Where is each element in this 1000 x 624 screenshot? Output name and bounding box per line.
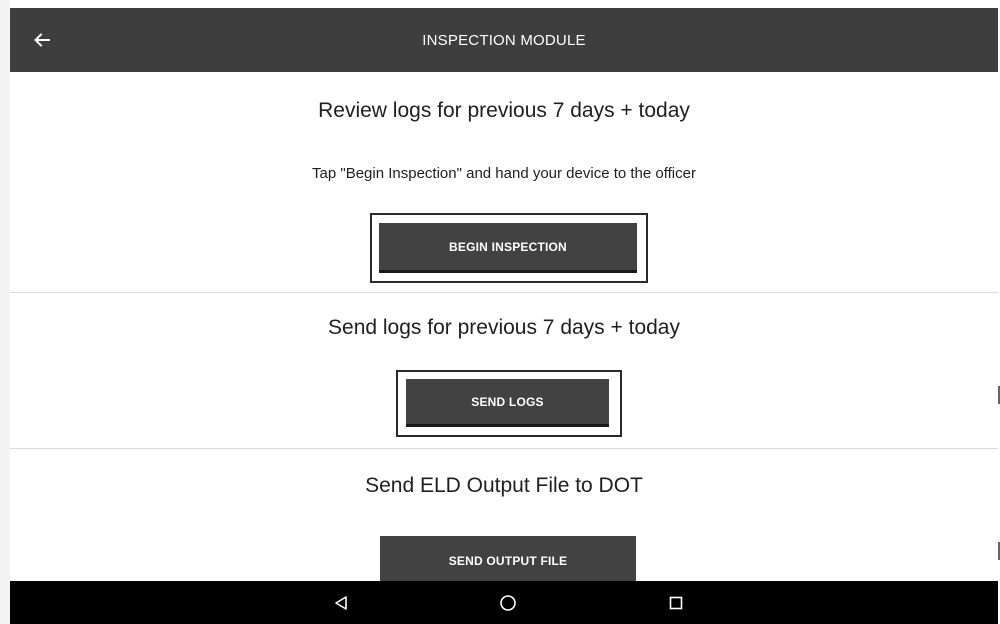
triangle-back-icon [335,596,347,610]
review-logs-section: Review logs for previous 7 days + today … [10,72,998,293]
instruction-text: Tap "Begin Inspection" and hand your dev… [312,165,696,182]
nav-back-button[interactable] [325,587,357,619]
section-title: Send ELD Output File to DOT [365,474,643,497]
page-title: INSPECTION MODULE [422,31,586,49]
system-nav-bar [10,581,998,624]
circle-home-icon [500,595,516,611]
arrow-left-icon [34,33,50,47]
left-edge [0,0,10,624]
send-output-file-section: Send ELD Output File to DOT SEND OUTPUT … [10,449,998,586]
nav-recents-button[interactable] [660,587,692,619]
send-logs-button[interactable]: SEND LOGS [406,379,609,427]
back-button[interactable] [26,24,58,56]
section-title: Send logs for previous 7 days + today [328,316,680,339]
send-logs-section: Send logs for previous 7 days + today SE… [10,293,998,449]
begin-inspection-button[interactable]: BEGIN INSPECTION [379,223,637,273]
app-bar: INSPECTION MODULE [10,8,998,72]
send-output-file-button[interactable]: SEND OUTPUT FILE [380,536,636,586]
square-recents-icon [669,596,683,610]
nav-home-button[interactable] [492,587,524,619]
screen: INSPECTION MODULE Review logs for previo… [0,0,1000,624]
section-title: Review logs for previous 7 days + today [318,99,690,122]
